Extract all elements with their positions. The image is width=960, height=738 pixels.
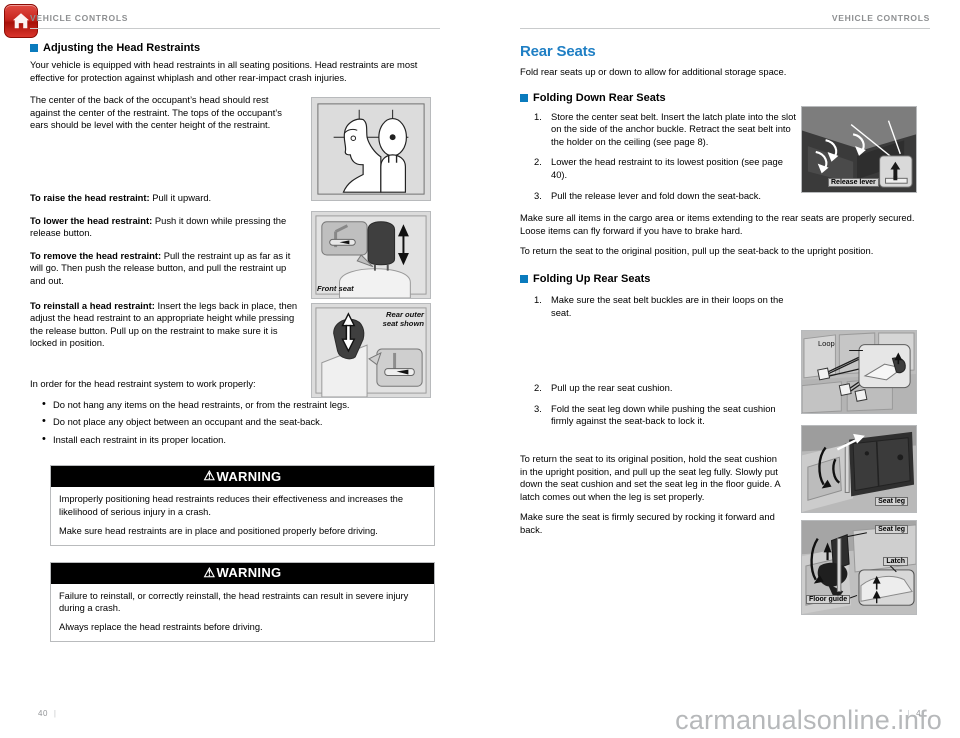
release-lever-figure: Release lever xyxy=(801,106,917,193)
blue-square-icon xyxy=(520,93,528,102)
reinstall-restraint-paragraph: To reinstall a head restraint: Insert th… xyxy=(30,300,298,350)
seat-belt-loop-figure: Loop xyxy=(801,330,917,414)
figure-caption-rear-outer-seat: Rear outer seat shown xyxy=(382,310,424,328)
step-text: Pull up the rear seat cushion. xyxy=(551,382,673,394)
header-rule-right xyxy=(520,28,930,29)
folding-down-steps: 1. Store the center seat belt. Insert the… xyxy=(534,111,796,203)
figure-caption-front-seat: Front seat xyxy=(317,284,354,293)
step-text: Fold the seat leg down while pushing the… xyxy=(551,402,776,427)
lower-restraint-label: To lower the head restraint: xyxy=(30,214,153,226)
reinstall-restraint-label: To reinstall a head restraint: xyxy=(30,299,155,311)
list-item: 2. Lower the head restraint to its lowest… xyxy=(534,156,796,181)
folding-up-steps-rest: 2. Pull up the rear seat cushion. 3. Fold … xyxy=(534,382,796,428)
rock-seat-note: Make sure the seat is firmly secured by … xyxy=(520,511,775,535)
warning-text: Failure to reinstall, or correctly reins… xyxy=(59,590,409,613)
step-text: Make sure the seat belt buckles are in t… xyxy=(551,293,784,318)
site-watermark: carmanualsonline.info xyxy=(675,705,942,735)
warning-box-reinstall: ⚠ WARNING Failure to reinstall, or correc… xyxy=(50,561,435,642)
cargo-secure-note: Make sure all items in the cargo area or… xyxy=(520,212,915,236)
subsection-heading-folding-down: Folding Down Rear Seats xyxy=(520,92,930,104)
warning-triangle-icon: ⚠ xyxy=(203,564,216,580)
step-number: 3. xyxy=(534,189,542,201)
raise-restraint-text: Pull it upward. xyxy=(149,191,212,203)
figure-label-release-lever: Release lever xyxy=(828,178,879,187)
list-item: 3. Fold the seat leg down while pushing t… xyxy=(534,403,796,428)
return-original-note: To return the seat to its original posit… xyxy=(520,452,781,502)
page-header-left: VEHICLE CONTROLS xyxy=(30,13,129,23)
step-number: 1. xyxy=(534,293,542,305)
figure-label-seat-leg: Seat leg xyxy=(875,497,908,506)
return-seat-note: To return the seat to the original posit… xyxy=(520,245,874,257)
blue-square-icon xyxy=(30,44,38,52)
list-item: 2. Pull up the rear seat cushion. xyxy=(534,382,796,395)
raise-restraint-paragraph: To raise the head restraint: Pull it upw… xyxy=(30,192,292,205)
warning-text: Make sure head restraints are in place a… xyxy=(59,526,378,537)
list-item: Do not place any object between an occup… xyxy=(42,415,440,429)
step-text: Lower the head restraint to its lowest p… xyxy=(551,156,783,180)
rear-outer-seat-head-restraint-figure: Rear outer seat shown xyxy=(311,303,431,398)
warning-triangle-icon: ⚠ xyxy=(203,468,216,484)
warning-body: Failure to reinstall, or correctly reins… xyxy=(51,584,434,641)
page-header-right: VEHICLE CONTROLS xyxy=(831,13,930,23)
warning-title: WARNING xyxy=(216,468,282,484)
floor-guide-latch-figure: Seat leg Latch Floor guide xyxy=(801,520,917,615)
warning-bar: ⚠ WARNING xyxy=(51,562,434,584)
step-number: 3. xyxy=(534,402,542,414)
step-number: 2. xyxy=(534,382,542,394)
raise-restraint-label: To raise the head restraint: xyxy=(30,191,150,203)
subsection-heading-head-restraints: Adjusting the Head Restraints xyxy=(30,42,440,54)
subsection-heading-label: Folding Up Rear Seats xyxy=(533,272,651,285)
figure-label-latch: Latch xyxy=(883,557,908,566)
step-number: 1. xyxy=(534,110,542,122)
manual-page: VEHICLE CONTROLS Adjusting the Head Rest… xyxy=(0,0,960,738)
remove-restraint-label: To remove the head restraint: xyxy=(30,249,162,261)
intro-paragraph: Your vehicle is equipped with head restr… xyxy=(30,59,418,83)
lower-restraint-paragraph: To lower the head restraint: Push it dow… xyxy=(30,215,292,240)
step-text: Store the center seat belt. Insert the l… xyxy=(551,110,796,147)
list-item: 1. Store the center seat belt. Insert the… xyxy=(534,111,796,149)
warning-text: Always replace the head restraints befor… xyxy=(59,622,263,633)
warning-title: WARNING xyxy=(216,565,282,580)
list-item: 1. Make sure the seat belt buckles are in… xyxy=(534,294,796,319)
seat-leg-figure: Seat leg xyxy=(801,425,917,513)
figure-label-seat-leg-2: Seat leg xyxy=(875,525,908,534)
warning-body: Improperly positioning head restraints r… xyxy=(51,487,434,544)
head-restraint-position-figure xyxy=(311,97,431,201)
list-item: Do not hang any items on the head restra… xyxy=(42,398,440,412)
proper-use-bullet-list: Do not hang any items on the head restra… xyxy=(42,398,440,447)
front-seat-head-restraint-figure: Front seat xyxy=(311,211,431,299)
step-text: Pull the release lever and fold down the… xyxy=(551,189,762,201)
section-intro: Fold rear seats up or down to allow for … xyxy=(520,66,787,77)
page-title: Rear Seats xyxy=(520,43,596,60)
figure-label-loop: Loop xyxy=(818,339,835,348)
step-number: 2. xyxy=(534,156,542,168)
figure-label-floor-guide: Floor guide xyxy=(806,595,851,604)
subsection-heading-label: Adjusting the Head Restraints xyxy=(43,42,201,54)
blue-square-icon xyxy=(520,274,528,283)
remove-restraint-paragraph: To remove the head restraint: Pull the r… xyxy=(30,250,298,288)
subsection-heading-label: Folding Down Rear Seats xyxy=(533,91,666,104)
list-item: Install each restraint in its proper loc… xyxy=(42,433,440,447)
subsection-heading-folding-up: Folding Up Rear Seats xyxy=(520,273,930,285)
header-rule-left xyxy=(30,28,440,29)
warning-text: Improperly positioning head restraints r… xyxy=(59,494,404,517)
center-position-paragraph: The center of the back of the occupant’s… xyxy=(30,94,282,131)
warning-bar: ⚠ WARNING xyxy=(51,466,434,488)
folding-up-steps-first: 1. Make sure the seat belt buckles are in… xyxy=(534,294,796,319)
warning-box-positioning: ⚠ WARNING Improperly positioning head res… xyxy=(50,465,435,546)
